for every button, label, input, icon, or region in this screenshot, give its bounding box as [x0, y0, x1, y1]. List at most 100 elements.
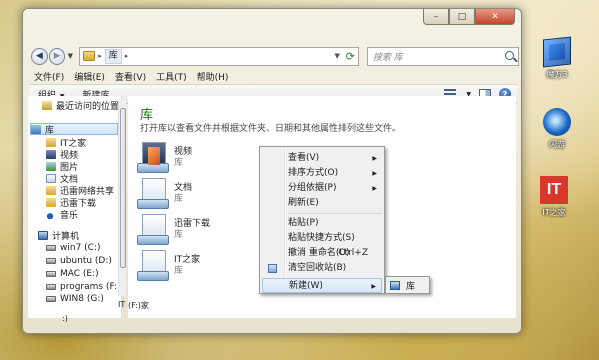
recent-places-icon	[42, 100, 52, 110]
menu-item-label: 查看(V)	[288, 153, 320, 163]
menu-file[interactable]: 文件(F)	[29, 70, 69, 83]
maximize-button[interactable]: □	[449, 9, 475, 25]
address-bar[interactable]: ▸ 库 ▸ ▼ ⟳	[79, 46, 359, 66]
sidebar-item-xunlei-share[interactable]: 迅雷网络共享	[46, 184, 114, 197]
menu-bar: 文件(F) 编辑(E) 查看(V) 工具(T) 帮助(H)	[29, 69, 519, 83]
sidebar-item-label: 音乐	[60, 210, 79, 221]
library-item-name: 视频	[174, 147, 193, 157]
sidebar-item-label: win7 (C:)	[60, 243, 101, 253]
menu-item-paste-shortcut[interactable]: 粘贴快捷方式(S)	[262, 231, 382, 246]
folder-icon	[46, 197, 56, 207]
computer-icon	[38, 230, 48, 240]
sidebar-item-label: 库	[45, 125, 55, 136]
submenu-arrow-icon: ▶	[371, 283, 376, 290]
search-icon[interactable]	[505, 50, 515, 60]
sidebar-item-drive-f[interactable]: programs (F:)	[46, 281, 121, 293]
submenu-arrow-icon: ▶	[372, 155, 377, 162]
shortcut-label: Ctrl+Z	[338, 248, 368, 258]
sidebar-item-recent[interactable]: 最近访问的位置	[42, 99, 120, 112]
ithome-logo-icon: IT	[540, 176, 568, 204]
sidebar-item-drive-g[interactable]: WIN8 (G:)	[46, 293, 104, 305]
sidebar-item-music[interactable]: 音乐	[46, 208, 79, 221]
library-item-ithome[interactable]: IT之家库	[137, 250, 200, 281]
sidebar-item-computer[interactable]: 计算机	[38, 229, 80, 242]
sidebar-item-label: 最近访问的位置	[56, 101, 120, 112]
navigation-pane: 最近访问的位置 库 IT之家 视频 图片 文档 迅雷网络共享 迅雷下载 音乐 计…	[28, 96, 122, 318]
video-library-icon	[137, 142, 169, 173]
menu-view[interactable]: 查看(V)	[110, 70, 151, 83]
sidebar-item-ithome[interactable]: IT之家	[46, 136, 86, 149]
breadcrumb-library[interactable]: 库	[104, 48, 122, 64]
mofang-cube-icon	[543, 36, 571, 68]
address-history-dropdown[interactable]: ▼	[334, 52, 339, 60]
menu-item-new[interactable]: 新建(W) ▶	[262, 278, 382, 293]
library-item-videos[interactable]: 视频库	[137, 142, 193, 173]
menu-item-group[interactable]: 分组依据(P) ▶	[262, 181, 382, 196]
download-library-icon	[137, 214, 169, 245]
library-item-name: 迅雷下载	[174, 219, 211, 229]
minimize-button[interactable]: –	[423, 9, 449, 25]
menu-item-sort[interactable]: 排序方式(O) ▶	[262, 166, 382, 181]
drive-icon	[46, 271, 56, 277]
menu-item-label: 清空回收站(B)	[288, 263, 347, 273]
drive-icon	[46, 258, 56, 264]
drive-icon	[46, 245, 56, 251]
sidebar-item-drive-e[interactable]: MAC (E:)	[46, 268, 99, 280]
ithome-library-icon	[137, 250, 169, 281]
music-icon	[46, 209, 56, 219]
search-input[interactable]: 搜索 库	[366, 46, 520, 66]
submenu-item-library[interactable]: 库	[406, 279, 415, 292]
menu-item-view[interactable]: 查看(V) ▶	[262, 151, 382, 166]
menu-separator	[288, 213, 382, 214]
menu-item-label: 新建(W)	[289, 281, 323, 291]
menu-item-refresh[interactable]: 刷新(E)	[262, 196, 382, 211]
desktop-icon-shanyou[interactable]: 闪游	[537, 108, 577, 150]
close-button[interactable]: ✕	[475, 9, 515, 25]
desktop-icon-ithome[interactable]: IT IT之家	[534, 176, 574, 218]
context-menu: 查看(V) ▶ 排序方式(O) ▶ 分组依据(P) ▶ 刷新(E) 粘贴(P) 粘贴快…	[259, 146, 385, 294]
folder-icon	[46, 137, 56, 147]
menu-tools[interactable]: 工具(T)	[151, 70, 192, 83]
desktop-icon-mofang[interactable]: 魔方3	[537, 36, 577, 80]
library-description: 打开库以查看文件并根据文件夹、日期和其他属性排列这些文件。	[140, 124, 402, 134]
folder-icon	[46, 185, 56, 195]
ghost-label-f-drive: (F:)家	[128, 301, 149, 310]
sidebar-item-label: programs (F:)	[60, 282, 121, 292]
sidebar-item-library[interactable]: 库	[30, 123, 118, 136]
scrollbar-thumb[interactable]	[120, 108, 126, 268]
sidebar-item-label: 计算机	[52, 231, 80, 242]
sidebar-item-pictures[interactable]: 图片	[46, 160, 78, 173]
navigation-bar: ◀ ▶ ▼ ▸ 库 ▸ ▼ ⟳ 搜索 库	[31, 45, 520, 67]
sidebar-item-drive-c[interactable]: win7 (C:)	[46, 242, 101, 254]
back-button[interactable]: ◀	[31, 47, 48, 65]
picture-icon	[46, 161, 56, 171]
menu-item-empty-recycle-bin[interactable]: 清空回收站(B)	[262, 261, 382, 276]
drive-icon	[46, 296, 56, 302]
menu-item-undo-rename[interactable]: 撤消 重命名(U) Ctrl+Z	[262, 246, 382, 261]
library-folder-icon	[83, 51, 96, 61]
library-item-documents[interactable]: 文档库	[137, 178, 192, 209]
library-item-type: 库	[174, 194, 184, 204]
sidebar-item-documents[interactable]: 文档	[46, 172, 78, 185]
navigation-scrollbar[interactable]	[118, 100, 126, 296]
shanyou-icon	[543, 108, 571, 136]
breadcrumb-separator: ▸	[98, 52, 102, 60]
refresh-icon[interactable]: ⟳	[346, 50, 355, 63]
sidebar-item-videos[interactable]: 视频	[46, 148, 78, 161]
recent-pages-dropdown[interactable]: ▼	[65, 52, 75, 60]
video-icon	[46, 149, 56, 159]
menu-item-paste[interactable]: 粘贴(P)	[262, 216, 382, 231]
sidebar-item-xunlei-download[interactable]: 迅雷下载	[46, 196, 96, 209]
sidebar-item-drive-d[interactable]: ubuntu (D:)	[46, 255, 112, 267]
document-library-icon	[137, 178, 169, 209]
library-item-type: 库	[174, 266, 184, 276]
new-submenu: 库	[385, 276, 430, 294]
menu-edit[interactable]: 编辑(E)	[69, 70, 110, 83]
submenu-arrow-icon: ▶	[372, 185, 377, 192]
library-item-xunlei[interactable]: 迅雷下载库	[137, 214, 211, 245]
menu-item-label: 排序方式(O)	[288, 168, 339, 178]
ghost-label-paren: :)	[62, 314, 68, 323]
forward-button[interactable]: ▶	[48, 47, 66, 65]
breadcrumb-separator[interactable]: ▸	[125, 52, 129, 60]
menu-help[interactable]: 帮助(H)	[192, 70, 234, 83]
